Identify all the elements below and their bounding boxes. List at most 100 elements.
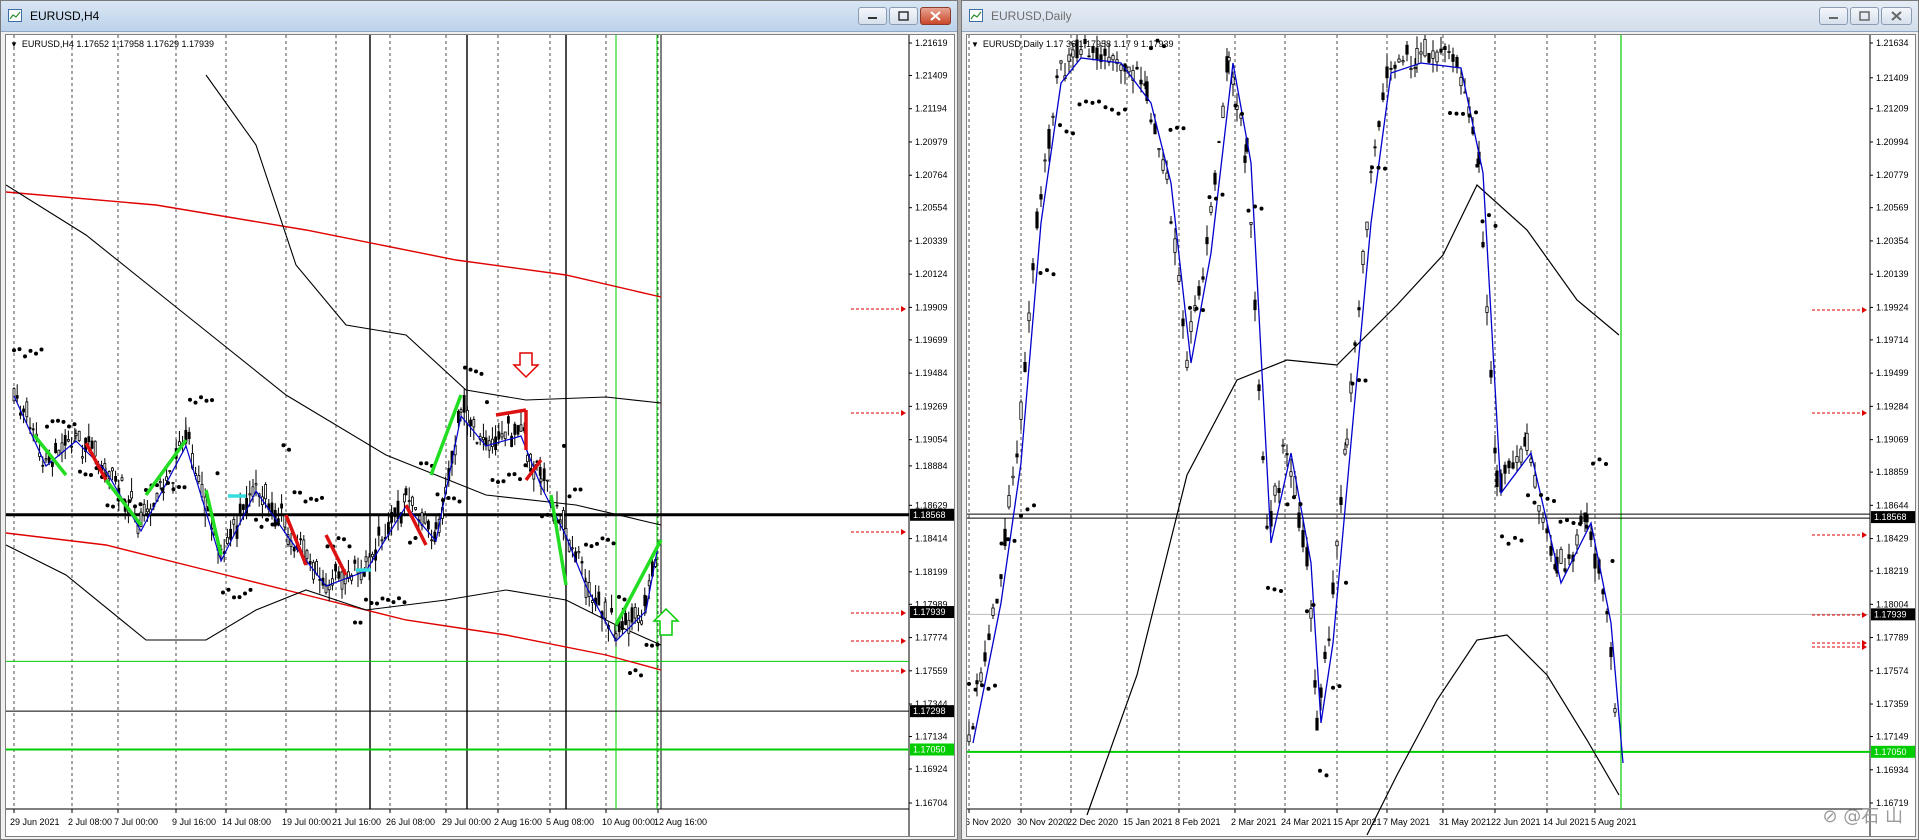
candle-body (1103, 48, 1107, 56)
candle-body (1173, 238, 1177, 253)
candle-body (497, 431, 501, 440)
candle-body (1589, 531, 1593, 541)
candle-body (1139, 79, 1143, 85)
parabolic-sar-dot (105, 503, 110, 508)
candle-body (407, 500, 411, 502)
candle-body (1071, 49, 1075, 58)
price-label: 1.19484 (915, 368, 948, 378)
parabolic-sar-dot (1597, 457, 1602, 462)
parabolic-sar-dot (1448, 110, 1452, 115)
candle-body (475, 441, 479, 444)
candle-body (308, 560, 312, 565)
candle-body (1343, 448, 1347, 455)
candle-body (31, 428, 35, 431)
parabolic-sar-dot (1552, 499, 1556, 504)
candle-body (1381, 92, 1385, 101)
candle-body (1405, 44, 1409, 55)
candle-body (1297, 512, 1301, 528)
candle-body (1605, 610, 1609, 615)
parabolic-sar-dot (1532, 500, 1537, 505)
maximize-button[interactable] (1850, 7, 1879, 25)
parabolic-sar-dot (89, 472, 93, 477)
candle-body (1059, 60, 1063, 64)
parabolic-sar-dot (1467, 113, 1472, 118)
parabolic-sar-dot (171, 487, 176, 492)
candle-body (1397, 58, 1401, 63)
parabolic-sar-dot (133, 504, 137, 509)
time-label: 2 Jul 08:00 (68, 817, 112, 827)
candle-body (25, 401, 29, 418)
level-arrow (1862, 532, 1867, 538)
candle-body (1119, 64, 1123, 71)
parabolic-sar-dot (270, 522, 275, 527)
parabolic-sar-dot (369, 600, 374, 605)
price-chart-h4[interactable]: ▼ EURUSD,H4 1.17652 1.17958 1.17629 1.179… (5, 34, 955, 837)
parabolic-sar-dot (1324, 773, 1329, 778)
candle-body (1537, 505, 1541, 512)
close-button[interactable] (920, 7, 951, 25)
candle-body (1451, 54, 1455, 62)
candle-body (1563, 568, 1567, 572)
candle-body (610, 607, 613, 613)
parabolic-sar-dot (1318, 768, 1322, 773)
parabolic-sar-dot (12, 348, 16, 353)
candle-body (456, 411, 460, 423)
level-arrow (1862, 410, 1867, 416)
time-label: 22 Dec 2020 (1067, 817, 1118, 827)
candle-body (1415, 48, 1419, 65)
window-title: EURUSD,H4 (30, 9, 100, 23)
parabolic-sar-dot (28, 348, 33, 353)
chart-canvas[interactable]: 1.21619 1.21409 1.21194 1.20979 1.20764 1.205… (6, 35, 955, 837)
candle-body (640, 620, 643, 625)
level-arrow (901, 410, 906, 416)
parabolic-sar-dot (424, 461, 429, 466)
candle-body (1533, 475, 1537, 488)
candle-body (370, 554, 374, 558)
candle-body (1609, 646, 1613, 658)
parabolic-sar-dot (1123, 107, 1127, 112)
price-label: 1.21409 (1876, 73, 1909, 83)
parabolic-sar-dot (1214, 196, 1218, 201)
parabolic-sar-dot (1454, 111, 1459, 116)
close-button[interactable] (1881, 7, 1912, 25)
parabolic-sar-dot (1090, 100, 1095, 105)
price-label: 1.20354 (1876, 236, 1909, 246)
time-label: 31 May 2021 (1439, 817, 1491, 827)
parabolic-sar-dot (1110, 107, 1114, 112)
price-label: 1.19699 (915, 335, 948, 345)
price-label: 1.21194 (915, 104, 947, 114)
parabolic-sar-dot (1019, 513, 1023, 518)
price-label: 1.20764 (915, 170, 948, 180)
time-label: 14 Jul 2021 (1543, 817, 1590, 827)
candle-body (621, 621, 624, 631)
candle-body (1243, 155, 1247, 163)
parabolic-sar-dot (1539, 493, 1543, 498)
parabolic-sar-dot (1584, 524, 1589, 529)
price-marker-label: 1.17050 (1874, 747, 1907, 757)
title-bar[interactable]: EURUSD,Daily (962, 1, 1918, 32)
candle-body (1489, 369, 1493, 378)
minimize-button[interactable] (1819, 7, 1848, 25)
candle-body (1161, 159, 1165, 171)
candle-body (337, 571, 341, 579)
parabolic-sar-dot (1545, 496, 1550, 501)
parabolic-sar-dot (232, 595, 236, 600)
chart-canvas[interactable]: 1.21634 1.21409 1.21209 1.20994 1.20779 1.205… (967, 35, 1916, 837)
maximize-button[interactable] (889, 7, 918, 25)
minimize-button[interactable] (858, 7, 887, 25)
time-label: 21 Jul 16:00 (332, 817, 381, 827)
title-bar[interactable]: EURUSD,H4 (1, 1, 957, 32)
candle-body (377, 526, 381, 536)
maximize-icon (898, 11, 909, 21)
time-label: 10 Aug 00:00 (602, 817, 655, 827)
parabolic-sar-dot (1493, 223, 1498, 228)
candle-body (93, 440, 97, 457)
candle-body (1559, 548, 1563, 564)
candle-body (539, 478, 543, 483)
window-eurusd-daily: EURUSD,Daily ▼ EURUSD,Daily 1.17 36 1.179… (961, 0, 1919, 840)
candle-body (1003, 528, 1007, 547)
time-label: 24 Mar 2021 (1281, 817, 1332, 827)
candle-body (1419, 51, 1423, 55)
price-chart-daily[interactable]: ▼ EURUSD,Daily 1.17 36 1.17958 1.17 9 1.1… (966, 34, 1916, 837)
time-label: 2 Aug 16:00 (494, 817, 542, 827)
